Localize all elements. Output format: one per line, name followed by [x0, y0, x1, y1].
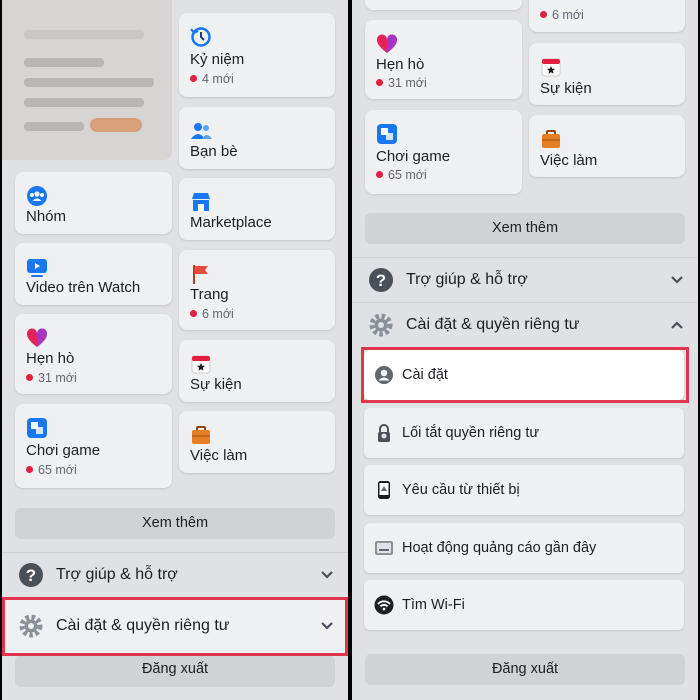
shortcut-label: Nhóm	[26, 208, 67, 225]
logout-button[interactable]: Đăng xuất	[15, 655, 335, 687]
briefcase-icon	[542, 130, 560, 148]
new-count-badge: 6 mới	[190, 307, 234, 321]
shortcut-pages[interactable]: Trang 6 mới	[179, 250, 335, 330]
settings-privacy-row[interactable]: Cài đặt & quyền riêng tư	[352, 303, 698, 347]
shortcut-jobs[interactable]: Việc làm	[529, 115, 685, 177]
device-requests-item[interactable]: Yêu cầu từ thiết bị	[364, 465, 684, 515]
shortcut-label: Sự kiện	[540, 80, 592, 97]
shortcut-label: Marketplace	[190, 214, 272, 231]
storefront-icon	[192, 193, 210, 211]
new-count-badge: 31 mới	[26, 371, 77, 385]
chevron-down-icon	[321, 571, 333, 579]
new-count-badge: 4 mới	[190, 72, 234, 86]
privacy-shortcuts-label: Lối tắt quyền riêng tư	[402, 425, 540, 441]
friends-icon	[191, 123, 212, 139]
shortcut-watch[interactable]: Video trên Watch	[15, 243, 172, 305]
heart-icon	[376, 34, 398, 53]
shortcut-label: Video trên Watch	[26, 279, 141, 296]
chevron-down-icon	[671, 276, 683, 284]
new-count-badge: 6 mới	[540, 8, 584, 22]
calendar-icon	[541, 58, 561, 77]
shortcut-label: Hẹn hò	[376, 56, 425, 73]
svg-text:?: ?	[376, 271, 386, 290]
find-wifi-label: Tìm Wi-Fi	[402, 597, 465, 613]
question-icon: ?	[369, 268, 393, 292]
story-preview[interactable]	[2, 0, 172, 160]
shortcut-marketplace[interactable]: Marketplace	[179, 178, 335, 240]
shortcut-dating[interactable]: Hẹn hò 31 mới	[15, 314, 172, 394]
ad-activity-icon	[375, 541, 393, 555]
settings-privacy-label: Cài đặt & quyền riêng tư	[406, 316, 580, 333]
question-icon: ?	[19, 563, 43, 587]
new-count-badge: 65 mới	[376, 168, 427, 182]
shortcut-card-partial[interactable]: 6 mới	[529, 0, 685, 32]
gear-icon	[369, 313, 393, 337]
shortcut-gaming[interactable]: Chơi game 65 mới	[365, 110, 522, 194]
shortcut-label: Bạn bè	[190, 143, 238, 160]
highlight-box	[361, 347, 689, 403]
new-count-badge: 31 mới	[376, 76, 427, 90]
shortcut-events[interactable]: Sự kiện	[179, 340, 335, 402]
privacy-shortcuts-item[interactable]: Lối tắt quyền riêng tư	[364, 408, 684, 458]
svg-text:?: ?	[26, 566, 36, 585]
wifi-icon	[374, 595, 394, 615]
find-wifi-item[interactable]: Tìm Wi-Fi	[364, 580, 684, 630]
help-support-label: Trợ giúp & hỗ trợ	[406, 271, 528, 288]
ad-activity-label: Hoạt động quảng cáo gần đây	[402, 540, 597, 556]
help-support-label: Trợ giúp & hỗ trợ	[56, 566, 178, 583]
lock-icon	[378, 424, 390, 442]
shortcut-label: Trang	[190, 286, 229, 303]
shortcut-gaming[interactable]: Chơi game 65 mới	[15, 404, 172, 488]
ad-activity-item[interactable]: Hoạt động quảng cáo gần đây	[364, 523, 684, 573]
flag-icon	[193, 265, 208, 284]
phone-icon	[378, 481, 390, 499]
shortcut-events[interactable]: Sự kiện	[529, 43, 685, 105]
calendar-icon	[191, 355, 211, 374]
help-support-row[interactable]: ? Trợ giúp & hỗ trợ	[2, 553, 348, 597]
shortcut-dating[interactable]: Hẹn hò 31 mới	[365, 20, 522, 99]
shortcut-memories[interactable]: Kỷ niệm 4 mới	[179, 13, 335, 97]
gaming-icon	[27, 418, 47, 438]
chevron-up-icon	[671, 321, 683, 329]
gaming-icon	[377, 124, 397, 144]
groups-icon	[27, 186, 47, 206]
device-requests-label: Yêu cầu từ thiết bị	[402, 482, 520, 498]
right-screen: 6 mới Hẹn hò 31 mới Chơi game 65 mới Sự …	[352, 0, 698, 700]
shortcut-label: Việc làm	[540, 152, 598, 169]
shortcut-label: Hẹn hò	[26, 350, 75, 367]
see-more-button[interactable]: Xem thêm	[15, 508, 335, 539]
shortcut-friends[interactable]: Bạn bè	[179, 107, 335, 169]
see-more-button[interactable]: Xem thêm	[365, 213, 685, 244]
highlight-box	[2, 597, 348, 656]
shortcut-card-partial[interactable]	[365, 0, 522, 10]
logout-button[interactable]: Đăng xuất	[365, 654, 685, 685]
shortcut-label: Việc làm	[190, 447, 248, 464]
heart-icon	[26, 328, 48, 347]
help-support-row[interactable]: ? Trợ giúp & hỗ trợ	[352, 258, 698, 302]
shortcut-groups[interactable]: Nhóm	[15, 172, 172, 234]
video-icon	[27, 259, 47, 277]
left-screen: Nhóm Video trên Watch Hẹn hò 31 mới Chơi…	[2, 0, 348, 700]
briefcase-icon	[192, 426, 210, 444]
shortcut-label: Chơi game	[26, 442, 101, 459]
new-count-badge: 65 mới	[26, 463, 77, 477]
clock-history-icon	[190, 27, 211, 47]
shortcut-label: Kỷ niệm	[190, 51, 245, 68]
shortcut-label: Sự kiện	[190, 376, 242, 393]
shortcut-label: Chơi game	[376, 148, 451, 165]
shortcut-jobs[interactable]: Việc làm	[179, 411, 335, 473]
